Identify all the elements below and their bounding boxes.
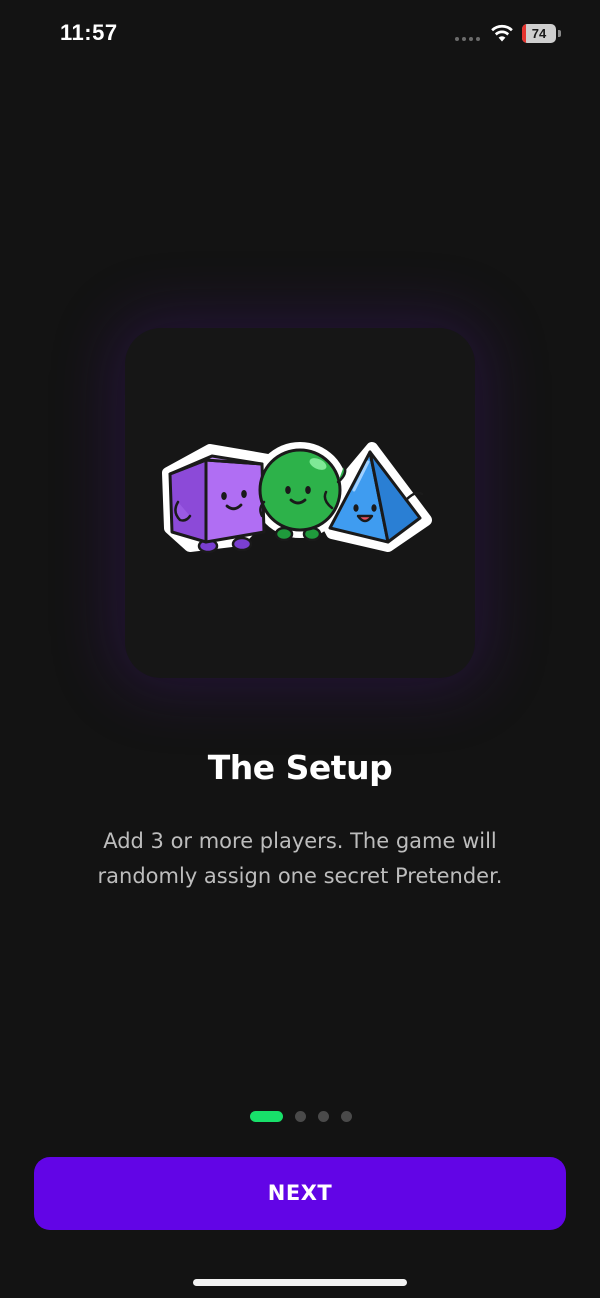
mascot-group-illustration bbox=[162, 442, 432, 554]
page-dot-4[interactable] bbox=[341, 1111, 352, 1122]
slide-description: Add 3 or more players. The game will ran… bbox=[97, 829, 503, 888]
status-bar: 11:57 74 bbox=[0, 0, 600, 70]
status-time: 11:57 bbox=[60, 20, 118, 45]
page-indicator bbox=[250, 1111, 352, 1122]
page-dot-2[interactable] bbox=[295, 1111, 306, 1122]
battery-percentage: 74 bbox=[531, 26, 547, 41]
cellular-signal-icon bbox=[455, 37, 480, 41]
battery-icon: 74 bbox=[522, 24, 556, 43]
illustration-card bbox=[125, 328, 475, 678]
slide-title: The Setup bbox=[207, 748, 393, 787]
page-dot-1-active[interactable] bbox=[250, 1111, 283, 1122]
next-button[interactable]: NEXT bbox=[34, 1157, 566, 1230]
wifi-icon bbox=[491, 24, 513, 42]
battery-cap bbox=[558, 30, 561, 37]
home-indicator[interactable] bbox=[193, 1279, 407, 1286]
page-dot-3[interactable] bbox=[318, 1111, 329, 1122]
